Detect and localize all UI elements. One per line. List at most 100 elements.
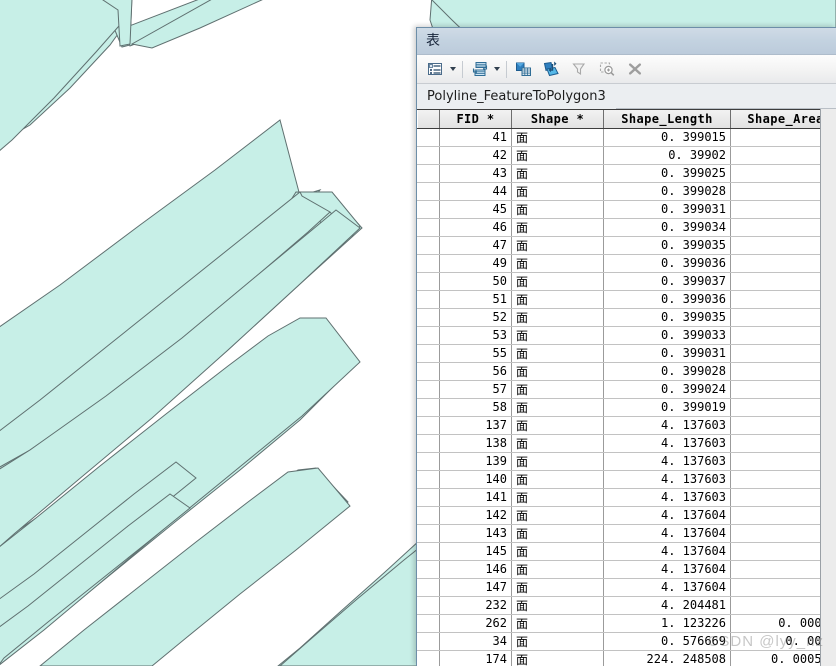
table-row[interactable]: 174面224. 2485080. 000513 [417, 649, 820, 666]
row-selector-cell[interactable] [417, 559, 440, 579]
cell-shape-length[interactable]: 4. 137604 [603, 506, 731, 525]
cell-shape[interactable]: 面 [511, 434, 604, 453]
table-row[interactable]: 34面0. 5766690. 0004 [417, 631, 820, 651]
table-row[interactable]: 139面4. 1376030 [417, 451, 820, 471]
cell-shape-length[interactable]: 4. 137603 [603, 470, 731, 489]
cell-shape-area[interactable]: 0 [730, 578, 820, 597]
table-row[interactable]: 50面0. 3990370 [417, 271, 820, 291]
cell-shape-length[interactable]: 4. 137604 [603, 560, 731, 579]
table-row[interactable]: 141面4. 1376030 [417, 487, 820, 507]
column-header-fid[interactable]: FID * [439, 110, 512, 129]
cell-shape[interactable]: 面 [511, 164, 604, 183]
cell-shape-area[interactable]: 0 [730, 488, 820, 507]
cell-shape-length[interactable]: 4. 137603 [603, 488, 731, 507]
cell-shape-area[interactable]: 0. 00038 [730, 614, 820, 633]
cell-shape-length[interactable]: 0. 399024 [603, 380, 731, 399]
cell-fid[interactable]: 55 [439, 344, 512, 363]
row-selector-cell[interactable] [417, 181, 440, 201]
cell-fid[interactable]: 53 [439, 326, 512, 345]
cell-shape[interactable]: 面 [511, 398, 604, 417]
row-selector-cell[interactable] [417, 577, 440, 597]
row-selector-cell[interactable] [417, 379, 440, 399]
cell-shape[interactable]: 面 [511, 470, 604, 489]
cell-shape-area[interactable]: 0 [730, 380, 820, 399]
cell-fid[interactable]: 145 [439, 542, 512, 561]
table-row[interactable]: 146面4. 1376040 [417, 559, 820, 579]
cell-shape-area[interactable]: 0 [730, 128, 820, 147]
cell-fid[interactable]: 174 [439, 650, 512, 666]
row-selector-cell[interactable] [417, 145, 440, 165]
cell-shape-area[interactable]: 0 [730, 434, 820, 453]
column-header-shape-area[interactable]: Shape_Area [730, 110, 820, 129]
table-row[interactable]: 45面0. 3990310 [417, 199, 820, 219]
cell-fid[interactable]: 43 [439, 164, 512, 183]
cell-fid[interactable]: 139 [439, 452, 512, 471]
cell-shape-area[interactable]: 0 [730, 398, 820, 417]
cell-shape[interactable]: 面 [511, 632, 604, 651]
cell-shape[interactable]: 面 [511, 308, 604, 327]
cell-shape[interactable]: 面 [511, 272, 604, 291]
cell-shape-area[interactable]: 0 [730, 218, 820, 237]
row-selector-cell[interactable] [417, 127, 440, 147]
cell-shape-area[interactable]: 0 [730, 236, 820, 255]
cell-shape-area[interactable]: 0 [730, 146, 820, 165]
cell-shape[interactable]: 面 [511, 200, 604, 219]
row-selector-cell[interactable] [417, 595, 440, 615]
cell-fid[interactable]: 34 [439, 632, 512, 651]
table-row[interactable]: 44面0. 3990280 [417, 181, 820, 201]
table-row[interactable]: 137面4. 1376030 [417, 415, 820, 435]
cell-fid[interactable]: 146 [439, 560, 512, 579]
cell-shape-area[interactable]: 0 [730, 308, 820, 327]
row-selector-cell[interactable] [417, 469, 440, 489]
cell-fid[interactable]: 51 [439, 290, 512, 309]
table-row[interactable]: 51面0. 3990360 [417, 289, 820, 309]
cell-shape-length[interactable]: 0. 39902 [603, 146, 731, 165]
cell-shape[interactable]: 面 [511, 614, 604, 633]
cell-shape[interactable]: 面 [511, 542, 604, 561]
cell-shape-area[interactable]: 0 [730, 596, 820, 615]
table-row[interactable]: 53面0. 3990330 [417, 325, 820, 345]
cell-fid[interactable]: 142 [439, 506, 512, 525]
table-row[interactable]: 42面0. 399020 [417, 145, 820, 165]
row-selector-cell[interactable] [417, 343, 440, 363]
cell-shape-length[interactable]: 0. 399028 [603, 182, 731, 201]
cell-shape[interactable]: 面 [511, 380, 604, 399]
row-selector-cell[interactable] [417, 325, 440, 345]
table-row[interactable]: 46面0. 3990340 [417, 217, 820, 237]
cell-fid[interactable]: 137 [439, 416, 512, 435]
cell-shape-area[interactable]: 0 [730, 416, 820, 435]
cell-shape-length[interactable]: 4. 137603 [603, 416, 731, 435]
cell-shape-length[interactable]: 0. 399019 [603, 398, 731, 417]
cell-shape-area[interactable]: 0 [730, 164, 820, 183]
cell-fid[interactable]: 50 [439, 272, 512, 291]
cell-shape-length[interactable]: 0. 576669 [603, 632, 731, 651]
row-selector-cell[interactable] [417, 433, 440, 453]
cell-shape-area[interactable]: 0 [730, 200, 820, 219]
column-header-shape-length[interactable]: Shape_Length [603, 110, 731, 129]
row-selector-cell[interactable] [417, 613, 440, 633]
row-selector-cell[interactable] [417, 397, 440, 417]
table-row[interactable]: 262面1. 1232260. 00038 [417, 613, 820, 633]
table-row[interactable]: 56面0. 3990280 [417, 361, 820, 381]
cell-shape-length[interactable]: 0. 399028 [603, 362, 731, 381]
cell-shape-area[interactable]: 0. 0004 [730, 632, 820, 651]
table-row[interactable]: 138面4. 1376030 [417, 433, 820, 453]
cell-fid[interactable]: 45 [439, 200, 512, 219]
cell-fid[interactable]: 56 [439, 362, 512, 381]
cell-fid[interactable]: 138 [439, 434, 512, 453]
cell-fid[interactable]: 147 [439, 578, 512, 597]
cell-fid[interactable]: 57 [439, 380, 512, 399]
cell-fid[interactable]: 140 [439, 470, 512, 489]
attribute-grid[interactable]: FID * Shape * Shape_Length Shape_Area 41… [417, 109, 820, 666]
table-row[interactable]: 145面4. 1376040 [417, 541, 820, 561]
cell-shape-area[interactable]: 0 [730, 560, 820, 579]
cell-shape-area[interactable]: 0 [730, 362, 820, 381]
cell-shape[interactable]: 面 [511, 344, 604, 363]
table-row[interactable]: 147面4. 1376040 [417, 577, 820, 597]
cell-shape-length[interactable]: 4. 137603 [603, 434, 731, 453]
cell-shape[interactable]: 面 [511, 488, 604, 507]
cell-shape[interactable]: 面 [511, 506, 604, 525]
column-header-shape[interactable]: Shape * [511, 110, 604, 129]
cell-shape-area[interactable]: 0 [730, 542, 820, 561]
cell-shape-area[interactable]: 0 [730, 290, 820, 309]
